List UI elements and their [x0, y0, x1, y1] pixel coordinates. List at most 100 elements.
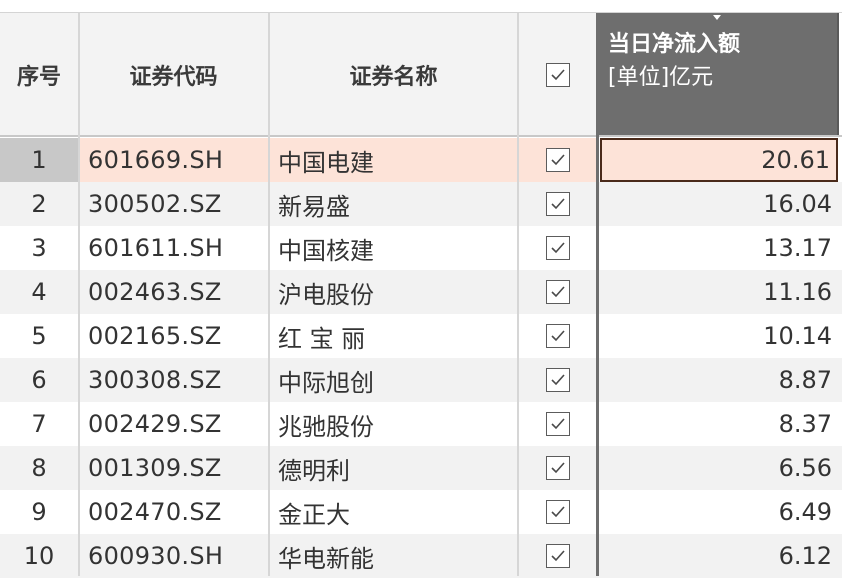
checkmark-icon: [551, 330, 565, 342]
row-index[interactable]: 5: [0, 314, 78, 358]
net-inflow-cell[interactable]: 8.87: [600, 358, 838, 402]
checkmark-icon: [551, 462, 565, 474]
column-divider: [78, 13, 80, 576]
checkmark-icon: [551, 154, 565, 166]
row-checkbox-cell[interactable]: [519, 446, 597, 490]
column-divider: [517, 13, 519, 576]
header-index-label: 序号: [16, 64, 61, 90]
row-checkbox[interactable]: [546, 324, 570, 348]
row-index[interactable]: 3: [0, 226, 78, 270]
security-code-cell[interactable]: 002429.SZ: [80, 402, 268, 446]
row-checkbox[interactable]: [546, 544, 570, 568]
table-row[interactable]: 3 601611.SH 中国核建 13.17: [0, 226, 842, 270]
header-index[interactable]: 序号: [0, 13, 79, 136]
row-index[interactable]: 6: [0, 358, 78, 402]
select-all-checkbox[interactable]: [546, 62, 570, 87]
row-checkbox[interactable]: [546, 192, 570, 216]
row-checkbox[interactable]: [546, 368, 570, 392]
security-name-cell[interactable]: 华电新能: [270, 534, 517, 578]
header-code-label: 证券代码: [129, 64, 218, 90]
net-inflow-cell[interactable]: 16.04: [600, 182, 838, 226]
row-checkbox[interactable]: [546, 456, 570, 480]
table-row[interactable]: 8 001309.SZ 德明利 6.56: [0, 446, 842, 490]
table-row[interactable]: 2 300502.SZ 新易盛 16.04: [0, 182, 842, 226]
row-index[interactable]: 9: [0, 490, 78, 534]
checkmark-icon: [551, 418, 565, 430]
row-checkbox[interactable]: [546, 148, 570, 172]
security-name-cell[interactable]: 红 宝 丽: [270, 314, 517, 358]
header-selection-edge: [837, 13, 839, 135]
header-name-label: 证券名称: [349, 64, 438, 90]
checkmark-icon: [551, 550, 565, 562]
row-checkbox-cell[interactable]: [519, 138, 597, 182]
net-inflow-cell[interactable]: 6.49: [600, 490, 838, 534]
row-checkbox-cell[interactable]: [519, 270, 597, 314]
row-checkbox[interactable]: [546, 500, 570, 524]
data-grid: 序号 证券代码 证券名称 当日净流入额 [单位]亿元 1 601669.SH 中国电…: [0, 0, 842, 578]
security-name-cell[interactable]: 兆驰股份: [270, 402, 517, 446]
security-name-cell[interactable]: 中国电建: [270, 138, 517, 182]
row-checkbox-cell[interactable]: [519, 402, 597, 446]
header-net-inflow-unit: [单位]亿元: [608, 65, 714, 90]
security-code-cell[interactable]: 001309.SZ: [80, 446, 268, 490]
checkmark-icon: [551, 286, 565, 298]
security-code-cell[interactable]: 300502.SZ: [80, 182, 268, 226]
row-checkbox-cell[interactable]: [519, 534, 597, 578]
net-inflow-cell[interactable]: 11.16: [600, 270, 838, 314]
security-name-cell[interactable]: 德明利: [270, 446, 517, 490]
header-select-all[interactable]: [519, 13, 598, 136]
row-checkbox-cell[interactable]: [519, 358, 597, 402]
table-row[interactable]: 9 002470.SZ 金正大 6.49: [0, 490, 842, 534]
security-code-cell[interactable]: 002165.SZ: [80, 314, 268, 358]
table-row[interactable]: 7 002429.SZ 兆驰股份 8.37: [0, 402, 842, 446]
row-index[interactable]: 4: [0, 270, 78, 314]
table-row[interactable]: 4 002463.SZ 沪电股份 11.16: [0, 270, 842, 314]
table-row[interactable]: 5 002165.SZ 红 宝 丽 10.14: [0, 314, 842, 358]
row-index[interactable]: 10: [0, 534, 78, 578]
row-index[interactable]: 8: [0, 446, 78, 490]
header-net-inflow[interactable]: 当日净流入额 [单位]亿元: [598, 13, 838, 135]
header-net-inflow-title: 当日净流入额: [608, 32, 741, 57]
net-inflow-cell[interactable]: 6.56: [600, 446, 838, 490]
net-inflow-cell[interactable]: 20.61: [600, 138, 838, 182]
checkmark-icon: [551, 506, 565, 518]
table-row[interactable]: 6 300308.SZ 中际旭创 8.87: [0, 358, 842, 402]
row-checkbox-cell[interactable]: [519, 182, 597, 226]
row-index[interactable]: 1: [0, 138, 78, 182]
column-divider: [268, 13, 270, 576]
security-code-cell[interactable]: 002470.SZ: [80, 490, 268, 534]
table-row[interactable]: 10 600930.SH 华电新能 6.12: [0, 534, 842, 578]
table-row[interactable]: 1 601669.SH 中国电建 20.61: [0, 138, 842, 182]
row-checkbox-cell[interactable]: [519, 226, 597, 270]
net-inflow-cell[interactable]: 13.17: [600, 226, 838, 270]
row-index[interactable]: 7: [0, 402, 78, 446]
security-code-cell[interactable]: 600930.SH: [80, 534, 268, 578]
sort-marker-icon: [713, 15, 721, 20]
security-code-cell[interactable]: 601611.SH: [80, 226, 268, 270]
selected-column-edge: [596, 13, 599, 576]
row-checkbox[interactable]: [546, 236, 570, 260]
net-inflow-cell[interactable]: 8.37: [600, 402, 838, 446]
security-code-cell[interactable]: 002463.SZ: [80, 270, 268, 314]
checkmark-icon: [551, 374, 565, 386]
security-name-cell[interactable]: 新易盛: [270, 182, 517, 226]
row-checkbox-cell[interactable]: [519, 314, 597, 358]
checkmark-icon: [551, 242, 565, 254]
row-checkbox[interactable]: [546, 280, 570, 304]
row-checkbox-cell[interactable]: [519, 490, 597, 534]
header-code[interactable]: 证券代码: [79, 13, 269, 136]
security-name-cell[interactable]: 金正大: [270, 490, 517, 534]
security-code-cell[interactable]: 601669.SH: [80, 138, 268, 182]
row-index[interactable]: 2: [0, 182, 78, 226]
security-name-cell[interactable]: 中际旭创: [270, 358, 517, 402]
header-name[interactable]: 证券名称: [269, 13, 519, 136]
security-name-cell[interactable]: 中国核建: [270, 226, 517, 270]
security-code-cell[interactable]: 300308.SZ: [80, 358, 268, 402]
row-checkbox[interactable]: [546, 412, 570, 436]
header-bottom-divider: [0, 135, 842, 137]
checkmark-icon: [551, 68, 565, 80]
checkmark-icon: [551, 198, 565, 210]
net-inflow-cell[interactable]: 6.12: [600, 534, 838, 578]
security-name-cell[interactable]: 沪电股份: [270, 270, 517, 314]
net-inflow-cell[interactable]: 10.14: [600, 314, 838, 358]
